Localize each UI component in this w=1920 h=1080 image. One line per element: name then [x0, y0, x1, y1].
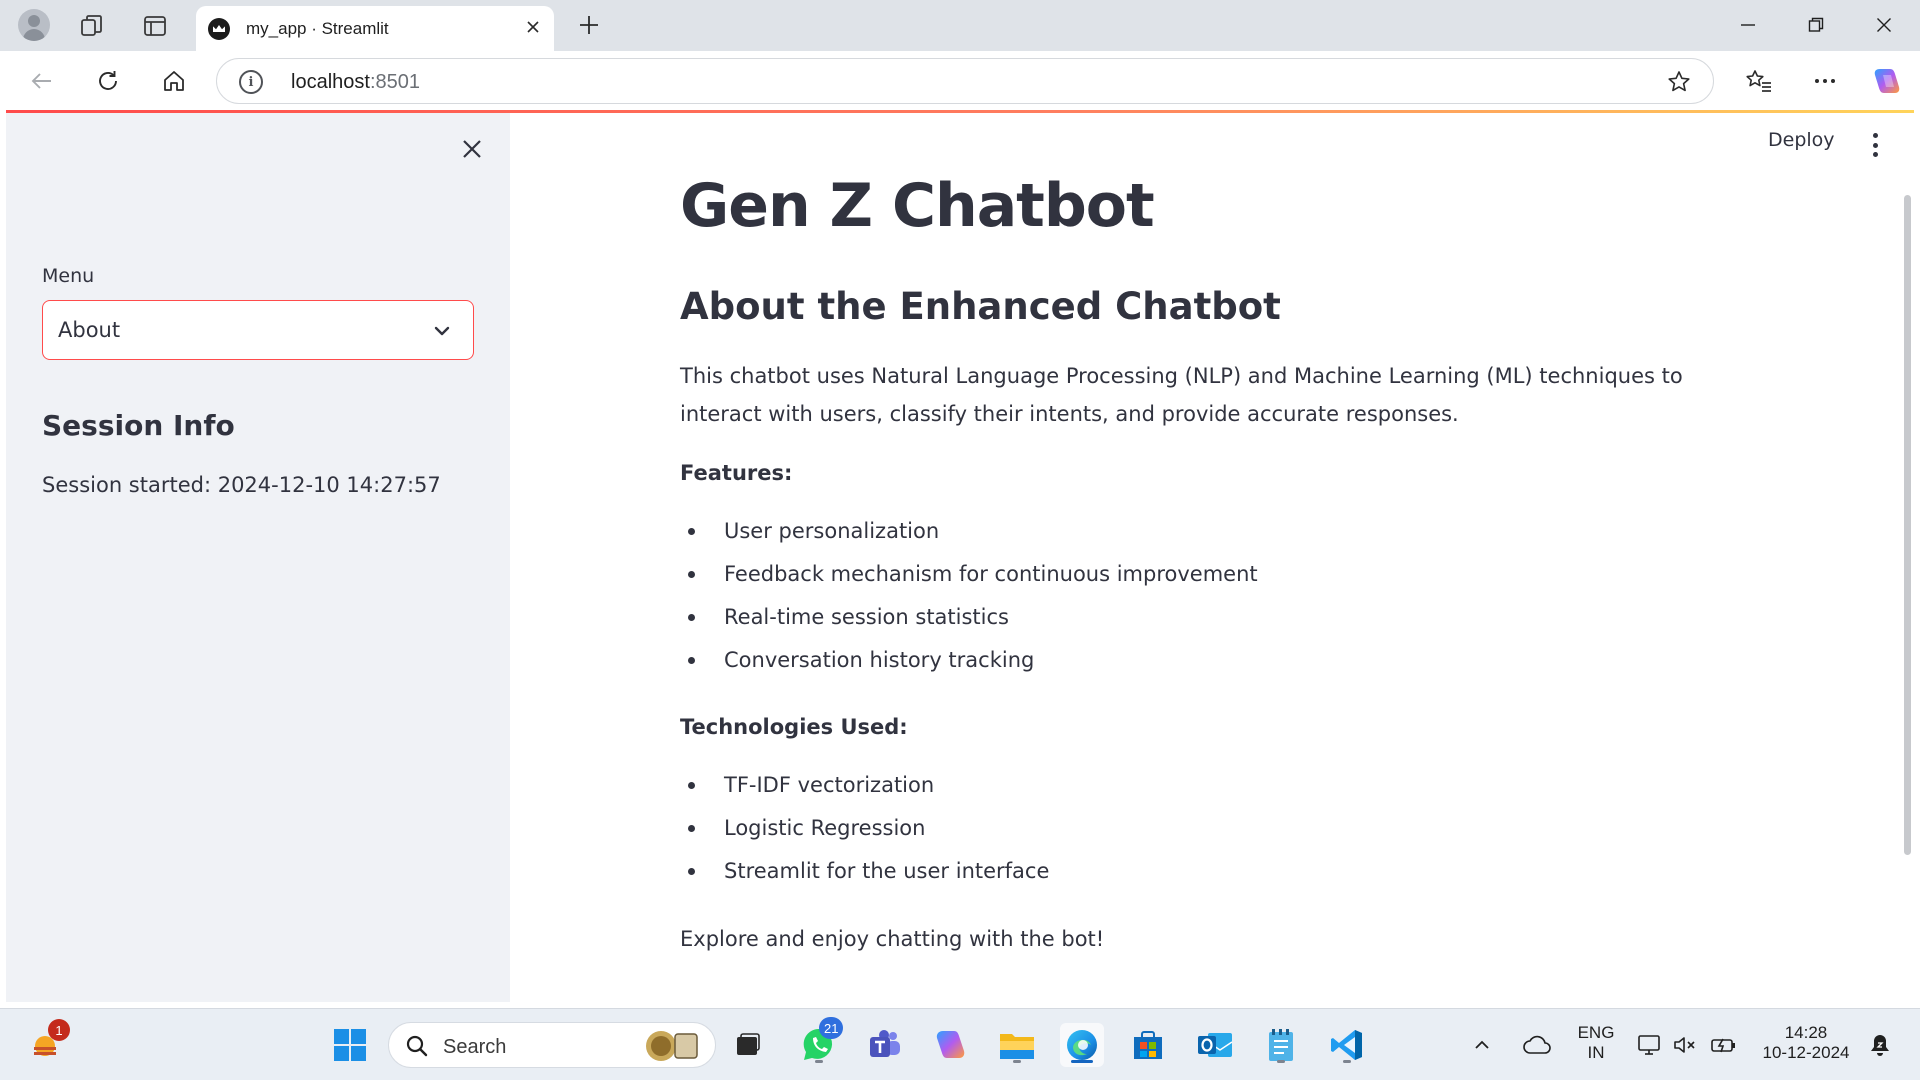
section-heading: About the Enhanced Chatbot	[680, 285, 1281, 328]
whatsapp-badge: 21	[819, 1017, 844, 1039]
file-explorer-icon[interactable]	[995, 1023, 1039, 1067]
list-item: Logistic Regression	[680, 813, 1680, 856]
battery-charging-icon[interactable]	[1704, 1023, 1744, 1067]
region-code: IN	[1587, 1043, 1605, 1062]
favorite-star-icon[interactable]	[1665, 69, 1693, 95]
address-bar[interactable]: i localhost:8501	[216, 58, 1714, 104]
clock-date: 10-12-2024	[1762, 1043, 1850, 1062]
task-view-icon[interactable]	[726, 1023, 770, 1067]
main-scrollbar[interactable]	[1904, 195, 1911, 855]
list-item: Streamlit for the user interface	[680, 856, 1680, 899]
running-indicator	[815, 1060, 823, 1063]
weather-widget-icon[interactable]: 1	[24, 1019, 70, 1067]
outlook-icon[interactable]	[1193, 1023, 1237, 1067]
streamlit-favicon-icon	[208, 18, 230, 40]
list-item: Conversation history tracking	[680, 645, 1680, 688]
list-item: Feedback mechanism for continuous improv…	[680, 559, 1680, 602]
widgets-badge: 1	[48, 1019, 70, 1041]
restore-window-icon[interactable]	[1796, 8, 1836, 42]
tab-close-icon[interactable]	[520, 14, 546, 40]
closing-text: Explore and enjoy chatting with the bot!	[680, 927, 1105, 951]
sidebar-close-icon[interactable]	[458, 135, 486, 163]
search-highlight-icon	[641, 1029, 703, 1063]
language-indicator[interactable]: ENG IN	[1574, 1023, 1618, 1063]
notepad-icon[interactable]	[1259, 1023, 1303, 1067]
favorites-icon[interactable]	[1744, 66, 1774, 96]
browser-toolbar: i localhost:8501	[0, 51, 1920, 110]
main-content-area: Deploy Gen Z Chatbot About the Enhanced …	[510, 113, 1914, 1002]
copilot-icon[interactable]	[1870, 64, 1904, 98]
sidebar: Menu About Session Info Session started:…	[6, 113, 510, 1002]
menu-label: Menu	[42, 265, 95, 287]
notifications-bell-icon[interactable]	[1862, 1023, 1898, 1067]
close-window-icon[interactable]	[1864, 8, 1904, 42]
list-item: User personalization	[680, 516, 1680, 559]
microsoft-store-icon[interactable]	[1126, 1023, 1170, 1067]
technologies-label: Technologies Used:	[680, 715, 908, 739]
session-info-heading: Session Info	[42, 409, 235, 442]
whatsapp-icon[interactable]: 21	[797, 1017, 844, 1067]
active-indicator	[1071, 1060, 1093, 1063]
minimize-window-icon[interactable]	[1728, 8, 1768, 42]
clock[interactable]: 14:28 10-12-2024	[1756, 1023, 1856, 1063]
chevron-down-icon	[431, 320, 453, 342]
taskbar-search[interactable]: Search	[388, 1022, 716, 1068]
language-code: ENG	[1577, 1023, 1615, 1042]
address-url: localhost:8501	[291, 71, 420, 93]
home-icon[interactable]	[159, 66, 189, 96]
copilot-app-icon[interactable]	[929, 1023, 973, 1067]
tab-actions-icon[interactable]	[141, 12, 169, 40]
browser-tab-active[interactable]: my_app · Streamlit	[196, 6, 554, 51]
description-paragraph: This chatbot uses Natural Language Proce…	[680, 364, 1683, 426]
menu-select[interactable]: About	[42, 300, 474, 360]
search-placeholder: Search	[443, 1036, 507, 1058]
features-list: User personalization Feedback mechanism …	[680, 516, 1680, 688]
new-tab-icon[interactable]	[574, 10, 604, 40]
deploy-button[interactable]: Deploy	[1768, 129, 1835, 151]
search-icon	[405, 1034, 429, 1063]
vscode-icon[interactable]	[1325, 1023, 1369, 1067]
back-arrow-icon[interactable]	[27, 66, 57, 96]
edge-browser-icon[interactable]	[1060, 1023, 1104, 1067]
features-label: Features:	[680, 461, 793, 485]
windows-taskbar: 1 Search 21 ENG IN 14:28 10-12-2024	[0, 1008, 1920, 1080]
running-indicator	[1013, 1060, 1021, 1063]
running-indicator	[1277, 1060, 1285, 1063]
onedrive-cloud-icon[interactable]	[1518, 1023, 1556, 1067]
show-hidden-icons-chevron-icon[interactable]	[1468, 1023, 1496, 1067]
session-started-text: Session started: 2024-12-10 14:27:57	[42, 473, 441, 497]
running-indicator	[1343, 1060, 1351, 1063]
teams-icon[interactable]	[863, 1023, 907, 1067]
windows-start-icon[interactable]	[328, 1023, 372, 1067]
list-item: TF-IDF vectorization	[680, 770, 1680, 813]
refresh-icon[interactable]	[93, 66, 123, 96]
workspaces-icon[interactable]	[78, 12, 106, 40]
tab-title: my_app · Streamlit	[246, 19, 389, 38]
volume-muted-icon[interactable]	[1666, 1023, 1706, 1067]
network-display-icon[interactable]	[1630, 1023, 1670, 1067]
technologies-list: TF-IDF vectorization Logistic Regression…	[680, 770, 1680, 899]
site-info-icon[interactable]: i	[239, 70, 263, 94]
more-options-icon[interactable]	[1810, 66, 1840, 96]
list-item: Real-time session statistics	[680, 602, 1680, 645]
page-title: Gen Z Chatbot	[680, 171, 1155, 241]
clock-time: 14:28	[1784, 1023, 1828, 1042]
main-menu-kebab-icon[interactable]	[1870, 133, 1880, 157]
browser-tab-strip: my_app · Streamlit	[0, 0, 1920, 51]
profile-avatar-icon[interactable]	[18, 9, 50, 41]
menu-select-value: About	[58, 318, 121, 342]
